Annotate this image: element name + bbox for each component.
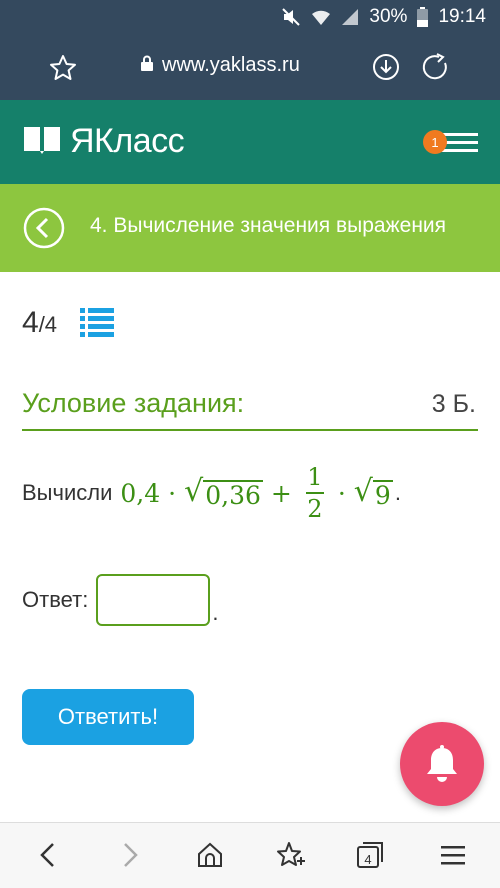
status-bar: 30% 19:14 — [0, 0, 500, 34]
clock: 19:14 — [438, 6, 486, 27]
refresh-icon[interactable] — [421, 52, 451, 87]
notification-badge: 1 — [423, 130, 447, 154]
math-term-a: 0,4 — [120, 478, 161, 508]
statement-period: . — [394, 480, 401, 505]
task-total: /4 — [38, 312, 58, 337]
battery-percent: 30% — [369, 6, 408, 27]
math-dot: · — [168, 478, 177, 508]
logo-text: ЯКласс — [70, 122, 185, 160]
condition-divider — [22, 429, 478, 431]
topic-bar: 4. Вычисление значения выражения — [0, 184, 500, 272]
battery-icon — [417, 7, 429, 27]
book-logo-icon — [22, 123, 62, 160]
sqrt-radicand-2: 9 — [372, 479, 393, 510]
bookmark-star-icon[interactable] — [276, 841, 306, 874]
answer-row: Ответ: . — [22, 574, 218, 626]
site-header: ЯКласс 1 — [0, 100, 500, 184]
browser-toolbar: www.yaklass.ru — [0, 34, 500, 100]
task-current: 4 — [22, 306, 39, 339]
answer-period: . — [212, 600, 219, 625]
lock-icon — [140, 54, 154, 77]
list-icon[interactable] — [80, 306, 114, 343]
sqrt-radicand-1: 0,36 — [203, 479, 263, 510]
bell-icon — [427, 745, 457, 782]
url-text: www.yaklass.ru — [162, 54, 300, 76]
download-icon[interactable] — [371, 52, 401, 87]
star-icon[interactable] — [48, 53, 78, 88]
sqrt-1: √ 0,36 — [184, 473, 263, 510]
back-arrow-icon[interactable] — [34, 841, 62, 874]
math-dot-2: · — [337, 478, 346, 508]
home-icon[interactable] — [196, 841, 224, 874]
task-prompt: Вычисли — [22, 480, 113, 505]
browser-bottom-nav: 4 — [0, 822, 500, 888]
condition-label: Условие задания: — [22, 388, 245, 418]
site-logo[interactable]: ЯКласс — [22, 122, 185, 161]
notifications-button[interactable] — [400, 722, 484, 806]
fraction: 1 2 — [305, 462, 324, 523]
fraction-bar — [305, 492, 324, 494]
tabs-count: 4 — [364, 851, 372, 867]
task-counter: 4/4 — [22, 306, 57, 340]
forward-arrow-icon[interactable] — [116, 841, 144, 874]
sqrt-sign: √ — [184, 473, 204, 509]
wifi-icon — [311, 8, 331, 26]
answer-label: Ответ: — [22, 587, 89, 612]
back-chevron-icon[interactable] — [22, 206, 66, 255]
signal-icon — [341, 8, 359, 26]
task-score: 3 Б. — [431, 390, 476, 418]
task-statement: Вычисли 0,4 · √ 0,36 + 1 2 · √ 9 . — [22, 458, 401, 528]
topic-title: 4. Вычисление значения выражения — [90, 214, 447, 237]
sqrt-sign: √ — [353, 473, 373, 509]
tabs-icon[interactable]: 4 — [356, 841, 384, 874]
address-bar[interactable]: www.yaklass.ru — [140, 54, 300, 77]
fraction-denominator: 2 — [307, 495, 323, 523]
math-plus: + — [270, 478, 292, 508]
mute-icon — [281, 7, 301, 27]
menu-button[interactable]: 1 — [420, 124, 480, 164]
fraction-numerator: 1 — [307, 462, 323, 491]
answer-input[interactable] — [96, 574, 211, 626]
sqrt-2: √ 9 — [353, 473, 393, 510]
submit-button[interactable]: Ответить! — [22, 689, 194, 745]
math-expression: 0,4 · √ 0,36 + 1 2 · √ 9 — [120, 462, 393, 523]
overflow-menu-icon[interactable] — [440, 841, 466, 874]
